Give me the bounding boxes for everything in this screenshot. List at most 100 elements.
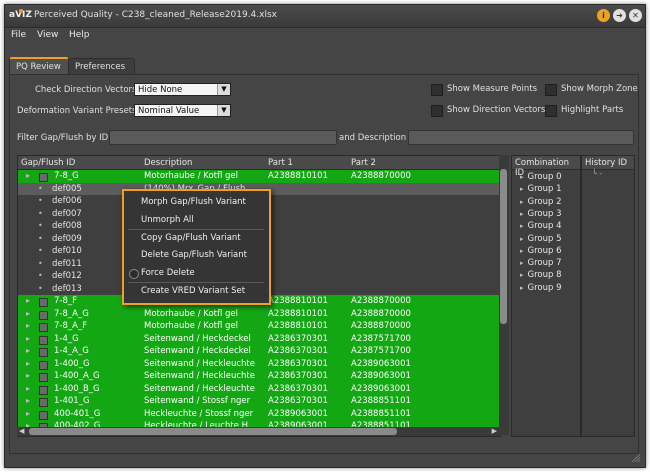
combination-group-item[interactable]: ▸ Group 7: [520, 258, 562, 268]
column-header-part1[interactable]: Part 1: [268, 158, 293, 168]
expand-arrow-icon[interactable]: ▸: [26, 384, 30, 393]
table-row[interactable]: ▸ 1-400_G Seitenwand / Heckleuchte A2386370…: [18, 357, 500, 370]
expand-arrow-icon[interactable]: ▸: [520, 222, 524, 230]
close-icon[interactable]: ✕: [629, 9, 642, 22]
highlight-parts-checkbox[interactable]: [545, 105, 557, 117]
expand-arrow-icon[interactable]: •: [38, 196, 43, 205]
row-checkbox[interactable]: [39, 348, 48, 357]
expand-arrow-icon[interactable]: ▸: [520, 173, 524, 181]
combination-group-item[interactable]: ▸ Group 6: [520, 246, 562, 256]
combination-group-item[interactable]: ▸ Group 5: [520, 234, 562, 244]
expand-arrow-icon[interactable]: •: [38, 209, 43, 218]
show-measure-points-checkbox[interactable]: [431, 84, 443, 96]
column-header-description[interactable]: Description: [144, 158, 192, 168]
table-row[interactable]: ▸ 400-401_G Heckleuchte / Stossf nger A2389…: [18, 407, 500, 420]
tab-preferences[interactable]: Preferences: [68, 58, 135, 75]
row-checkbox[interactable]: [39, 335, 48, 345]
expand-arrow-icon[interactable]: ▸: [26, 171, 30, 180]
expand-arrow-icon[interactable]: ▸: [26, 321, 30, 330]
expand-arrow-icon[interactable]: ▸: [520, 247, 524, 255]
force-delete-radio[interactable]: [129, 269, 139, 279]
table-row[interactable]: ▸ 7-8_A_G Motorhaube / Kotfl gel A238881010…: [18, 307, 500, 320]
expand-arrow-icon[interactable]: ▸: [26, 346, 30, 355]
table-row[interactable]: ▸ 1-401_G Seitenwand / Stossf nger A2386370…: [18, 395, 500, 408]
highlight-parts-label: Highlight Parts: [561, 105, 624, 115]
expand-arrow-icon[interactable]: •: [38, 221, 43, 230]
filter-desc-input[interactable]: [408, 130, 634, 145]
expand-arrow-icon[interactable]: ▸: [26, 309, 30, 318]
check-direction-select[interactable]: Hide None ▼: [134, 83, 231, 96]
combination-group-item[interactable]: ▸ Group 0: [520, 172, 562, 182]
scrollbar-thumb[interactable]: [29, 428, 397, 435]
table-row[interactable]: ▸ 1-4_G Seitenwand / Heckdeckel A2386370301…: [18, 332, 500, 345]
history-placeholder-icon: └ -: [592, 169, 603, 178]
expand-arrow-icon[interactable]: ▸: [520, 198, 524, 206]
row-checkbox[interactable]: [39, 298, 48, 307]
cell-id: def010: [52, 246, 82, 256]
scroll-left-icon[interactable]: ◀: [19, 427, 24, 435]
expand-arrow-icon[interactable]: ▸: [520, 271, 524, 279]
scroll-right-icon[interactable]: ▶: [492, 427, 497, 435]
row-checkbox[interactable]: [39, 398, 48, 407]
column-header-part2[interactable]: Part 2: [351, 158, 376, 168]
forward-icon[interactable]: ➜: [613, 9, 626, 22]
row-checkbox[interactable]: [39, 360, 48, 370]
menu-item-morph[interactable]: Morph Gap/Flush Variant: [141, 197, 246, 207]
menu-item-force-delete[interactable]: Force Delete: [141, 268, 195, 278]
expand-arrow-icon[interactable]: ▸: [520, 235, 524, 243]
row-checkbox[interactable]: [39, 173, 48, 182]
row-checkbox[interactable]: [39, 385, 48, 395]
menu-view[interactable]: View: [37, 30, 58, 40]
filter-desc-label: and Description: [339, 133, 407, 143]
expand-arrow-icon[interactable]: •: [38, 259, 43, 268]
menu-help[interactable]: Help: [69, 30, 90, 40]
combination-group-item[interactable]: ▸ Group 4: [520, 221, 562, 231]
row-checkbox[interactable]: [39, 373, 48, 382]
scrollbar-thumb[interactable]: [500, 169, 507, 324]
resize-grip-icon[interactable]: [631, 453, 641, 463]
expand-arrow-icon[interactable]: •: [38, 234, 43, 243]
cell-part2: A2388870000: [351, 171, 411, 181]
expand-arrow-icon[interactable]: ▸: [520, 210, 524, 218]
table-vertical-scrollbar[interactable]: [499, 155, 509, 435]
expand-arrow-icon[interactable]: ▸: [26, 334, 30, 343]
menu-item-delete[interactable]: Delete Gap/Flush Variant: [141, 250, 247, 260]
expand-arrow-icon[interactable]: ▸: [26, 396, 30, 405]
table-row[interactable]: ▸ 7-8_A_F Motorhaube / Kotfl gel A238881010…: [18, 320, 500, 333]
table-horizontal-scrollbar[interactable]: ◀ ▶: [17, 427, 499, 436]
menu-item-create-vred[interactable]: Create VRED Variant Set: [141, 286, 245, 296]
menu-file[interactable]: File: [11, 30, 26, 40]
table-row[interactable]: ▸ 1-400_A_G Seitenwand / Heckleuchte A23863…: [18, 370, 500, 383]
expand-arrow-icon[interactable]: ▸: [26, 371, 30, 380]
info-icon[interactable]: i: [597, 9, 610, 22]
table-row[interactable]: ▸ 1-4_A_G Seitenwand / Heckdeckel A23863703…: [18, 345, 500, 358]
expand-arrow-icon[interactable]: •: [38, 246, 43, 255]
combination-group-item[interactable]: ▸ Group 8: [520, 270, 562, 280]
menu-item-unmorph-all[interactable]: Unmorph All: [141, 215, 194, 225]
show-direction-vectors-checkbox[interactable]: [431, 105, 443, 117]
expand-arrow-icon[interactable]: ▸: [520, 185, 524, 193]
deformation-select[interactable]: Nominal Value ▼: [134, 104, 231, 117]
show-morph-zone-label: Show Morph Zone: [561, 84, 638, 94]
filter-id-input[interactable]: [109, 130, 337, 145]
expand-arrow-icon[interactable]: ▸: [520, 284, 524, 292]
combination-group-item[interactable]: ▸ Group 2: [520, 197, 562, 207]
expand-arrow-icon[interactable]: ▸: [26, 359, 30, 368]
expand-arrow-icon[interactable]: ▸: [26, 296, 30, 305]
combination-group-item[interactable]: ▸ Group 1: [520, 184, 562, 194]
expand-arrow-icon[interactable]: •: [38, 184, 43, 193]
combination-group-item[interactable]: ▸ Group 3: [520, 209, 562, 219]
table-row[interactable]: ▸ 7-8_G Motorhaube / Kotfl gel A2388810101 A…: [18, 170, 500, 183]
show-morph-zone-checkbox[interactable]: [545, 84, 557, 96]
expand-arrow-icon[interactable]: •: [38, 271, 43, 280]
expand-arrow-icon[interactable]: ▸: [520, 259, 524, 267]
column-header-id[interactable]: Gap/Flush ID: [21, 158, 75, 168]
expand-arrow-icon[interactable]: •: [38, 284, 43, 293]
table-row[interactable]: ▸ 1-400_B_G Seitenwand / Heckleuchte A23863…: [18, 382, 500, 395]
menu-item-copy[interactable]: Copy Gap/Flush Variant: [141, 233, 241, 243]
row-checkbox[interactable]: [39, 410, 48, 420]
expand-arrow-icon[interactable]: ▸: [26, 409, 30, 418]
row-checkbox[interactable]: [39, 310, 48, 320]
combination-group-item[interactable]: ▸ Group 9: [520, 283, 562, 293]
row-checkbox[interactable]: [39, 323, 48, 332]
